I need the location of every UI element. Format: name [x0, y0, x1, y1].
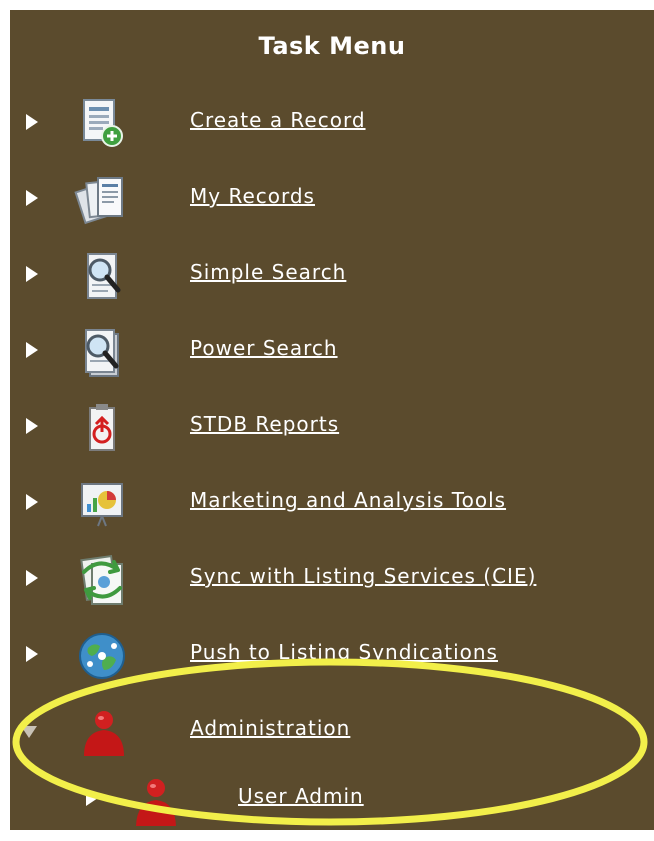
menu-item-label[interactable]: Power Search: [190, 336, 338, 360]
menu-item-label[interactable]: Push to Listing Syndications: [190, 640, 498, 664]
expand-arrow-icon[interactable]: [26, 342, 38, 358]
expand-arrow-icon[interactable]: [86, 790, 98, 806]
stdb-reports-icon: [89, 404, 115, 451]
admin-icon: [84, 711, 124, 756]
task-menu-title: Task Menu: [258, 32, 406, 60]
menu-item-label[interactable]: STDB Reports: [190, 412, 339, 436]
menu-item-push-syndications[interactable]: Push to Listing Syndications: [10, 626, 654, 686]
menu-item-label[interactable]: Create a Record: [190, 108, 366, 132]
menu-item-power-search[interactable]: Power Search: [10, 322, 654, 382]
submenu-item-user-admin[interactable]: User Admin: [10, 770, 654, 830]
menu-item-my-records[interactable]: My Records: [10, 170, 654, 230]
submenu-item-label[interactable]: User Admin: [238, 784, 364, 808]
menu-item-marketing-tools[interactable]: Marketing and Analysis Tools: [10, 474, 654, 534]
expand-arrow-icon[interactable]: [26, 266, 38, 282]
menu-item-label[interactable]: Sync with Listing Services (CIE): [190, 564, 536, 588]
menu-item-label[interactable]: Administration: [190, 716, 350, 740]
menu-item-create-record[interactable]: Create a Record: [10, 94, 654, 154]
expand-arrow-icon[interactable]: [26, 114, 38, 130]
menu-item-administration[interactable]: Administration: [10, 702, 654, 762]
expand-arrow-icon[interactable]: [26, 646, 38, 662]
expand-arrow-icon[interactable]: [26, 570, 38, 586]
expand-arrow-icon[interactable]: [26, 190, 38, 206]
globe-icon: [79, 633, 125, 679]
menu-item-label[interactable]: My Records: [190, 184, 315, 208]
menu-item-label[interactable]: Marketing and Analysis Tools: [190, 488, 506, 512]
collapse-arrow-icon[interactable]: [21, 726, 37, 738]
create-record-icon: [83, 99, 123, 147]
sync-icon: [80, 554, 123, 605]
menu-item-label[interactable]: Simple Search: [190, 260, 346, 284]
expand-arrow-icon[interactable]: [26, 418, 38, 434]
power-search-icon: [85, 329, 119, 377]
menu-item-simple-search[interactable]: Simple Search: [10, 246, 654, 306]
expand-arrow-icon[interactable]: [26, 494, 38, 510]
user-admin-icon: [136, 779, 176, 826]
my-records-icon: [74, 177, 123, 225]
task-menu-panel: Task Menu Create a Record My Records Sim…: [10, 10, 654, 830]
menu-item-stdb-reports[interactable]: STDB Reports: [10, 398, 654, 458]
marketing-tools-icon: [81, 483, 123, 527]
menu-item-sync-listing-services[interactable]: Sync with Listing Services (CIE): [10, 550, 654, 610]
simple-search-icon: [87, 253, 121, 299]
